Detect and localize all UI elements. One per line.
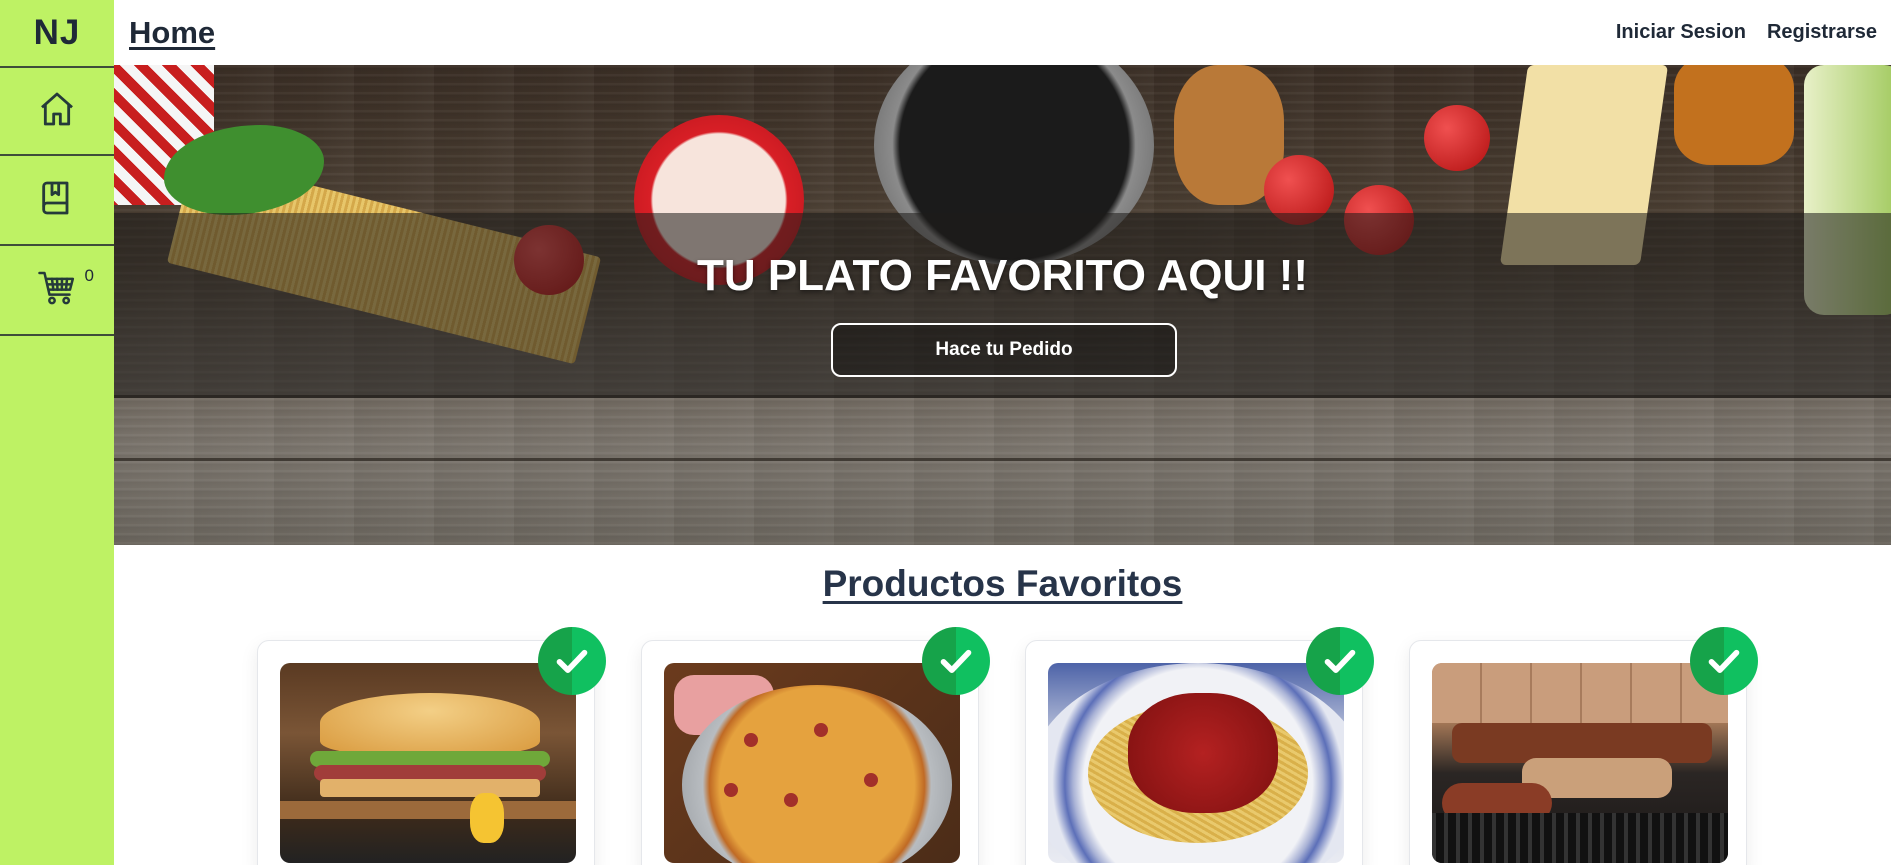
cherry-tomato-3 [1424,105,1490,171]
sidebar-item-home[interactable] [0,66,114,156]
sidebar-item-cart[interactable]: 0 [0,246,114,336]
order-button[interactable]: Hace tu Pedido [831,323,1177,377]
product-image-pizza [664,663,960,863]
hero-title: TU PLATO FAVORITO AQUI !! [696,251,1309,300]
check-icon [538,627,606,695]
cart-icon [37,268,77,313]
brand-logo[interactable]: NJ [0,0,114,66]
wood-plank-divider-2 [114,458,1891,461]
top-navbar: Home Iniciar Sesion Registrarse [114,0,1891,65]
product-image-sandwich [280,663,576,863]
app-root: NJ 0 Home Iniciar Sesion Registrarse TU … [0,0,1891,865]
home-icon [37,89,77,134]
sidebar-item-menu[interactable] [0,156,114,246]
product-card-spaghetti[interactable] [1025,627,1374,865]
favorites-title: Productos Favoritos [822,563,1183,604]
wooden-jar [1674,65,1794,165]
product-card-pizza[interactable] [641,627,990,865]
product-card-grill[interactable] [1409,627,1758,865]
book-icon [37,178,77,223]
register-link[interactable]: Registrarse [1767,21,1877,44]
hero-banner: TU PLATO FAVORITO AQUI !! Hace tu Pedido [114,65,1891,545]
login-link[interactable]: Iniciar Sesion [1616,21,1746,44]
nav-home-link[interactable]: Home [129,15,215,51]
check-icon [1306,627,1374,695]
cart-count-badge: 0 [84,266,94,285]
check-icon [1690,627,1758,695]
sidebar: NJ 0 [0,0,114,865]
product-card-sandwich[interactable] [257,627,606,865]
check-icon [922,627,990,695]
nav-auth-links: Iniciar Sesion Registrarse [1616,21,1877,44]
product-image-grill [1432,663,1728,863]
product-image-spaghetti [1048,663,1344,863]
